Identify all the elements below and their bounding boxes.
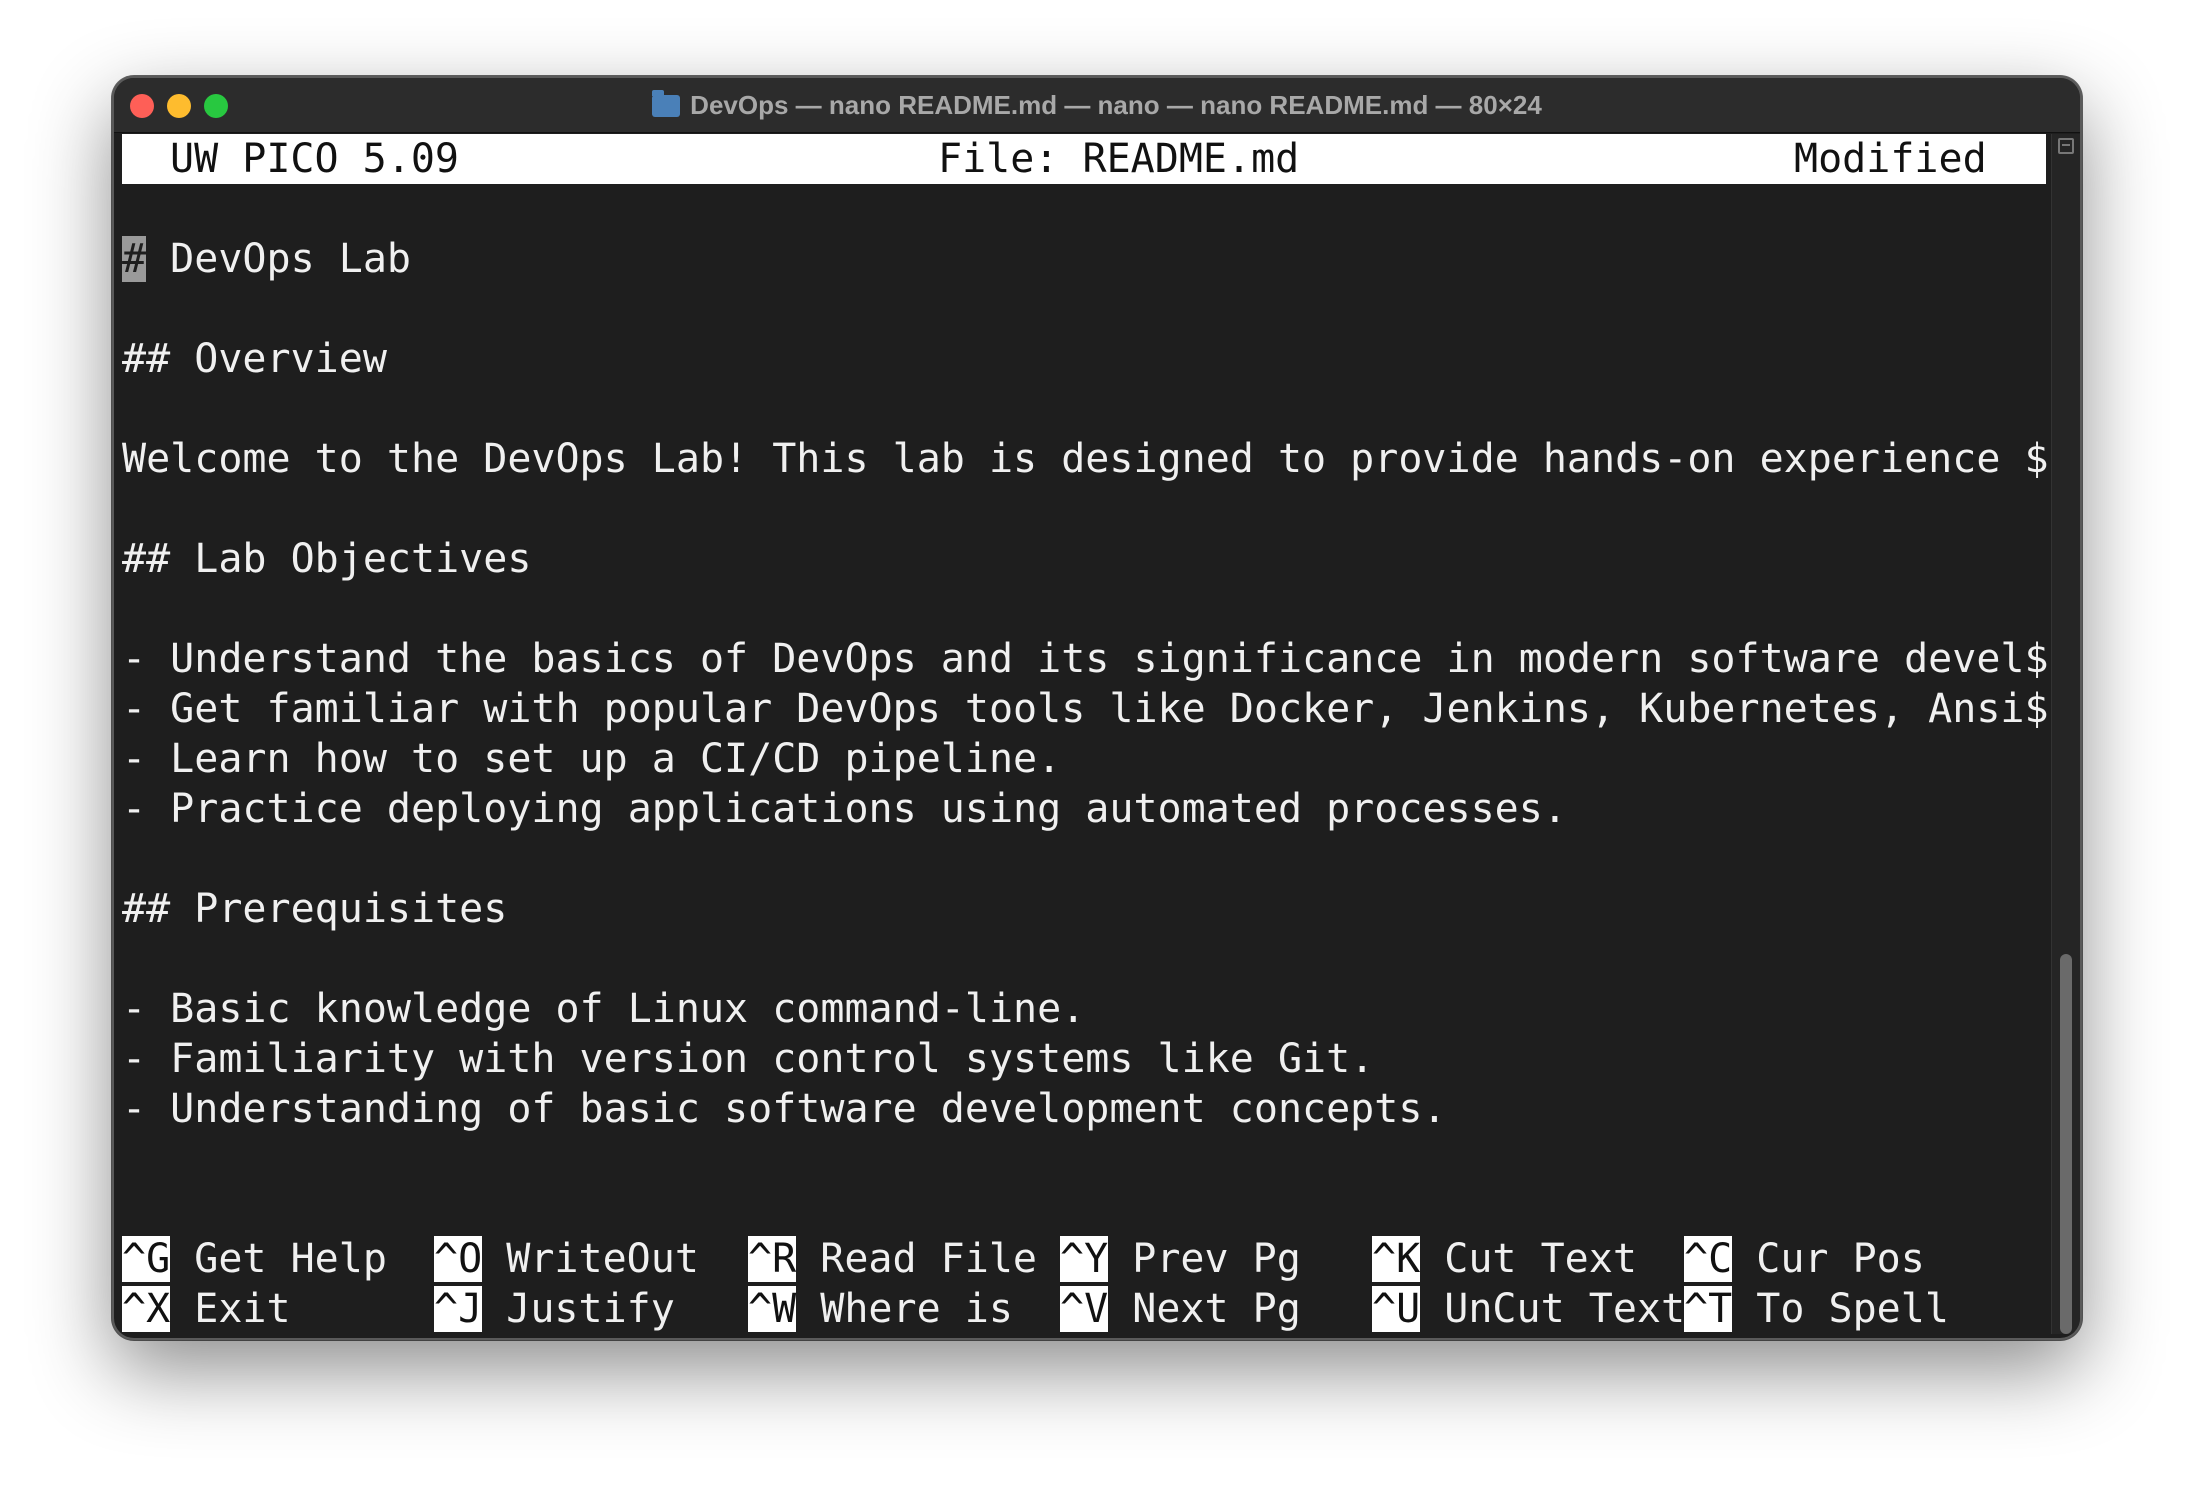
shortcut-label: Cut Text xyxy=(1420,1236,1637,1282)
text-line[interactable]: - Understand the basics of DevOps and it… xyxy=(122,634,2049,684)
shortcut-label: Where is xyxy=(796,1286,1013,1332)
shortcut-read-file[interactable]: ^R Read File xyxy=(748,1234,1037,1284)
shortcut-key: ^R xyxy=(748,1236,797,1282)
shortcut-where-is[interactable]: ^W Where is xyxy=(748,1284,1013,1334)
shortcut-cur-pos[interactable]: ^C Cur Pos xyxy=(1684,1234,1925,1284)
text-line[interactable]: Welcome to the DevOps Lab! This lab is d… xyxy=(122,434,2049,484)
shortcut-prev-page[interactable]: ^Y Prev Pg xyxy=(1060,1234,1301,1284)
terminal-window: DevOps — nano README.md — nano — nano RE… xyxy=(112,76,2082,1340)
folder-icon xyxy=(652,90,681,117)
shortcut-justify[interactable]: ^J Justify xyxy=(434,1284,675,1334)
window-title: DevOps — nano README.md — nano — nano RE… xyxy=(114,78,2080,132)
text-line[interactable]: # DevOps Lab xyxy=(122,234,411,284)
text-line[interactable]: - Get familiar with popular DevOps tools… xyxy=(122,684,2049,734)
shortcut-key: ^K xyxy=(1372,1236,1421,1282)
scroll-marker-icon[interactable] xyxy=(2058,138,2074,154)
nano-modified-status: Modified xyxy=(1794,136,1987,182)
text-line[interactable]: - Understanding of basic software develo… xyxy=(122,1084,1447,1134)
shortcut-label: Exit xyxy=(170,1286,291,1332)
text-line[interactable]: - Familiarity with version control syste… xyxy=(122,1034,1374,1084)
shortcut-key: ^V xyxy=(1060,1286,1109,1332)
text-line[interactable]: ## Prerequisites xyxy=(122,884,507,934)
scrollbar-thumb[interactable] xyxy=(2060,954,2072,1334)
shortcut-label: Cur Pos xyxy=(1732,1236,1925,1282)
nano-app-name: UW PICO 5.09 xyxy=(170,136,459,182)
window-title-text: DevOps — nano README.md — nano — nano RE… xyxy=(690,90,1542,120)
shortcut-key: ^U xyxy=(1372,1286,1421,1332)
shortcut-key: ^J xyxy=(434,1286,483,1332)
shortcut-label: Justify xyxy=(482,1286,675,1332)
text-line[interactable]: - Learn how to set up a CI/CD pipeline. xyxy=(122,734,1061,784)
shortcut-key: ^Y xyxy=(1060,1236,1109,1282)
text-line[interactable]: - Practice deploying applications using … xyxy=(122,784,1567,834)
nano-file-name: File: README.md xyxy=(938,136,1300,182)
shortcut-get-help[interactable]: ^G Get Help xyxy=(122,1234,387,1284)
shortcut-label: To Spell xyxy=(1732,1286,1949,1332)
text-line[interactable]: - Basic knowledge of Linux command-line. xyxy=(122,984,1085,1034)
terminal-content[interactable]: UW PICO 5.09 File: README.md Modified # … xyxy=(122,134,2049,1334)
nano-header-bar: UW PICO 5.09 File: README.md Modified xyxy=(122,134,2046,184)
shortcut-uncut-text[interactable]: ^U UnCut Text xyxy=(1372,1284,1685,1334)
shortcut-key: ^W xyxy=(748,1286,797,1332)
text-cursor: # xyxy=(122,236,147,282)
shortcut-exit[interactable]: ^X Exit xyxy=(122,1284,291,1334)
shortcut-key: ^C xyxy=(1684,1236,1733,1282)
text-line[interactable]: ## Lab Objectives xyxy=(122,534,531,584)
shortcut-label: Get Help xyxy=(170,1236,387,1282)
shortcut-writeout[interactable]: ^O WriteOut xyxy=(434,1234,699,1284)
title-bar[interactable]: DevOps — nano README.md — nano — nano RE… xyxy=(114,78,2080,133)
shortcut-key: ^X xyxy=(122,1286,171,1332)
shortcut-label: Prev Pg xyxy=(1108,1236,1301,1282)
text-line[interactable]: ## Overview xyxy=(122,334,387,384)
shortcut-key: ^G xyxy=(122,1236,171,1282)
shortcut-to-spell[interactable]: ^T To Spell xyxy=(1684,1284,1949,1334)
shortcut-next-page[interactable]: ^V Next Pg xyxy=(1060,1284,1301,1334)
shortcut-key: ^O xyxy=(434,1236,483,1282)
shortcut-label: WriteOut xyxy=(482,1236,699,1282)
shortcut-label: Read File xyxy=(796,1236,1037,1282)
shortcut-cut-text[interactable]: ^K Cut Text xyxy=(1372,1234,1637,1284)
shortcut-key: ^T xyxy=(1684,1286,1733,1332)
shortcut-label: UnCut Text xyxy=(1420,1286,1686,1332)
line-text: DevOps Lab xyxy=(146,236,411,282)
shortcut-label: Next Pg xyxy=(1108,1286,1301,1332)
